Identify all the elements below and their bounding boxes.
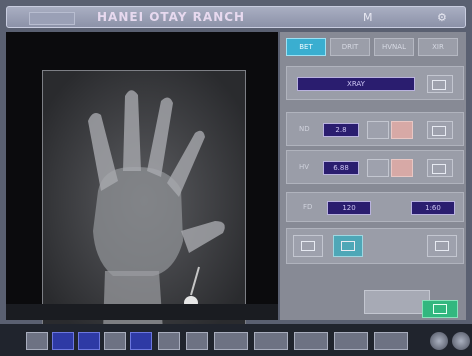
param1-minus-button[interactable]	[367, 121, 389, 139]
task-button-5[interactable]	[130, 332, 152, 350]
task-button-8[interactable]	[214, 332, 248, 350]
enter-icon	[433, 304, 447, 314]
m-icon[interactable]: M	[363, 11, 373, 24]
tab-drit[interactable]: DRIT	[330, 38, 370, 56]
flip-icon	[341, 241, 355, 251]
viewer-footer	[6, 304, 278, 320]
task-button-12[interactable]	[374, 332, 408, 350]
export-icon	[435, 241, 449, 251]
confirm-button[interactable]	[422, 300, 458, 318]
param1-section: ND 2.8	[286, 112, 464, 146]
grid-icon	[432, 126, 446, 136]
param1-plus-button[interactable]	[391, 121, 413, 139]
dial-knob-left[interactable]	[430, 332, 448, 350]
mode-value[interactable]: XRAY	[297, 77, 415, 91]
tab-bet[interactable]: BET	[286, 38, 326, 56]
flip-button[interactable]	[333, 235, 363, 257]
dial-knob-right[interactable]	[452, 332, 470, 350]
param1-value[interactable]: 2.8	[323, 123, 359, 137]
param2-value[interactable]: 6.88	[323, 161, 359, 175]
film-icon	[432, 80, 446, 90]
task-button-3[interactable]	[78, 332, 100, 350]
rotate-button[interactable]	[293, 235, 323, 257]
title-bar: HANEI OTAY RANCH M ⚙	[6, 6, 466, 28]
param2-aux-button[interactable]	[427, 159, 453, 177]
param2-minus-button[interactable]	[367, 159, 389, 177]
mode-section: XRAY	[286, 66, 464, 100]
monitor-icon	[432, 164, 446, 174]
status-field	[364, 290, 430, 314]
param2-label: HV	[299, 163, 310, 171]
param2-section: HV 6.88	[286, 150, 464, 184]
xray-viewer[interactable]	[6, 32, 278, 332]
action-section	[286, 228, 464, 264]
task-button-4[interactable]	[104, 332, 126, 350]
range-max-value[interactable]: 1:60	[411, 201, 455, 215]
tab-bar: BET DRIT HVNAL XIR	[286, 38, 462, 56]
task-button-11[interactable]	[334, 332, 368, 350]
task-button-6[interactable]	[158, 332, 180, 350]
control-panel: BET DRIT HVNAL XIR XRAY ND 2.8 HV 6.88 F…	[280, 32, 466, 320]
hand-xray-graphic	[43, 71, 245, 331]
app-title: HANEI OTAY RANCH	[97, 10, 246, 24]
param1-aux-button[interactable]	[427, 121, 453, 139]
range-label: FD	[303, 203, 313, 211]
range-section: FD 120 1:60	[286, 192, 464, 222]
task-button-10[interactable]	[294, 332, 328, 350]
taskbar	[0, 324, 472, 356]
param2-plus-button[interactable]	[391, 159, 413, 177]
rotate-icon	[301, 241, 315, 251]
tab-hvnal[interactable]: HVNAL	[374, 38, 414, 56]
task-button-7[interactable]	[186, 332, 208, 350]
export-button[interactable]	[427, 235, 457, 257]
param1-label: ND	[299, 125, 310, 133]
task-button-1[interactable]	[26, 332, 48, 350]
title-left-field	[29, 12, 75, 25]
range-min-value[interactable]: 120	[327, 201, 371, 215]
settings-icon[interactable]: ⚙	[437, 11, 447, 24]
tab-xir[interactable]: XIR	[418, 38, 458, 56]
task-button-2[interactable]	[52, 332, 74, 350]
app-window: HANEI OTAY RANCH M ⚙ BET DRIT HVNAL XIR …	[0, 0, 472, 356]
task-button-9[interactable]	[254, 332, 288, 350]
mode-button[interactable]	[427, 75, 453, 93]
xray-image	[42, 70, 246, 332]
